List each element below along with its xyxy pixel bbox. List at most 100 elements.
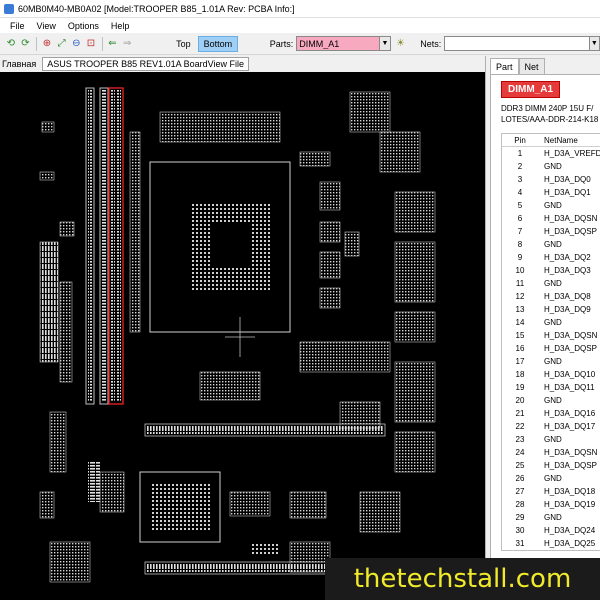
- table-row[interactable]: 2 GND: [502, 160, 600, 173]
- table-row[interactable]: 30 H_D3A_DQ24: [502, 524, 600, 537]
- table-row[interactable]: 10 H_D3A_DQ3: [502, 264, 600, 277]
- net-name: GND: [544, 513, 562, 522]
- table-row[interactable]: 3 H_D3A_DQ0: [502, 173, 600, 186]
- menu-options[interactable]: Options: [62, 21, 105, 31]
- chipset: [139, 471, 221, 543]
- menu-bar: File View Options Help: [0, 18, 600, 33]
- table-row[interactable]: 20 GND: [502, 394, 600, 407]
- table-row[interactable]: 12 H_D3A_DQ8: [502, 290, 600, 303]
- pin-number: 16: [515, 344, 525, 353]
- table-row[interactable]: 28 H_D3A_DQ19: [502, 498, 600, 511]
- tab-boardview-file[interactable]: ASUS TROOPER B85 REV1.01A BoardView File: [42, 57, 250, 71]
- table-row[interactable]: 8 GND: [502, 238, 600, 251]
- table-row[interactable]: 5 GND: [502, 199, 600, 212]
- back-arrow-icon[interactable]: ⇐: [106, 36, 120, 52]
- pin-number: 4: [517, 188, 523, 197]
- net-name: H_D3A_DQ8: [544, 292, 591, 301]
- table-row[interactable]: 21 H_D3A_DQ16: [502, 407, 600, 420]
- table-row[interactable]: 31 H_D3A_DQ25: [502, 537, 600, 550]
- net-name: GND: [544, 396, 562, 405]
- document-tabs: Главная ASUS TROOPER B85 REV1.01A BoardV…: [0, 56, 485, 72]
- bottom-side-button[interactable]: Bottom: [197, 35, 239, 52]
- zoom-fit-icon[interactable]: ⤢: [55, 36, 69, 52]
- pin-number: 25: [515, 461, 525, 470]
- pin-number: 18: [515, 370, 525, 379]
- tab-net[interactable]: Net: [518, 58, 545, 74]
- nets-dropdown-icon[interactable]: ▼: [589, 36, 600, 51]
- net-name: H_D3A_DQ18: [544, 487, 596, 496]
- toolbar-separator: [36, 36, 38, 51]
- pin-table-header: Pin NetName: [502, 134, 600, 147]
- table-row[interactable]: 1 H_D3A_VREFD: [502, 147, 600, 160]
- parts-dropdown-icon[interactable]: ▼: [380, 36, 391, 51]
- pin-number: 31: [515, 539, 525, 548]
- nets-label: Nets:: [420, 38, 442, 49]
- table-row[interactable]: 22 H_D3A_DQ17: [502, 420, 600, 433]
- part-info-panel: Part Net DIMM_A1 DDR3 DIMM 240P 15U F/ L…: [485, 56, 600, 600]
- net-name: H_D3A_DQ9: [544, 305, 591, 314]
- pin-number: 11: [515, 279, 525, 288]
- pin-number: 15: [515, 331, 525, 340]
- table-row[interactable]: 19 H_D3A_DQ11: [502, 381, 600, 394]
- pin-number: 3: [517, 175, 523, 184]
- table-row[interactable]: 7 H_D3A_DQSP: [502, 225, 600, 238]
- lightbulb-icon[interactable]: ☀: [394, 36, 408, 52]
- net-name: H_D3A_DQ16: [544, 409, 596, 418]
- net-name: H_D3A_DQSP: [544, 344, 597, 353]
- table-row[interactable]: 13 H_D3A_DQ9: [502, 303, 600, 316]
- dimm-slot: [99, 87, 109, 405]
- column-header-netname[interactable]: NetName: [538, 136, 600, 145]
- table-row[interactable]: 15 H_D3A_DQSN: [502, 329, 600, 342]
- pin-table-rows: 1 H_D3A_VREFD 2 GND 3 H_D3A_DQ0 4 H_D3A_DQ1 5 GND…: [502, 147, 600, 550]
- table-row[interactable]: 11 GND: [502, 277, 600, 290]
- part-desc-line: DDR3 DIMM 240P 15U F/: [501, 104, 594, 113]
- part-description: DDR3 DIMM 240P 15U F/ LOTES/AAA-DDR-214-…: [501, 103, 600, 125]
- menu-help[interactable]: Help: [105, 21, 136, 31]
- dimm-slot-selected: [108, 87, 124, 405]
- board-canvas[interactable]: [0, 72, 485, 600]
- table-row[interactable]: 25 H_D3A_DQSP: [502, 459, 600, 472]
- net-name: H_D3A_DQ17: [544, 422, 596, 431]
- top-side-button[interactable]: Top: [171, 36, 196, 52]
- table-row[interactable]: 14 GND: [502, 316, 600, 329]
- forward-arrow-icon[interactable]: ⇒: [120, 36, 134, 52]
- parts-input[interactable]: [296, 36, 381, 51]
- pin-number: 23: [515, 435, 525, 444]
- net-name: GND: [544, 162, 562, 171]
- pin-number: 14: [515, 318, 525, 327]
- table-row[interactable]: 23 GND: [502, 433, 600, 446]
- net-name: H_D3A_DQSP: [544, 227, 597, 236]
- table-row[interactable]: 4 H_D3A_DQ1: [502, 186, 600, 199]
- net-name: GND: [544, 474, 562, 483]
- table-row[interactable]: 16 H_D3A_DQSP: [502, 342, 600, 355]
- table-row[interactable]: 29 GND: [502, 511, 600, 524]
- column-header-pin[interactable]: Pin: [502, 136, 538, 145]
- net-name: H_D3A_DQSN: [544, 331, 598, 340]
- cpu-socket: [149, 161, 291, 357]
- table-row[interactable]: 6 H_D3A_DQSN: [502, 212, 600, 225]
- panel-tabs: Part Net: [486, 58, 600, 74]
- nets-input[interactable]: [444, 36, 590, 51]
- refresh-icon[interactable]: ⟲: [4, 36, 18, 52]
- pin-table: Pin NetName 1 H_D3A_VREFD 2 GND 3 H_D3A_DQ0 4 H…: [501, 133, 600, 551]
- menu-file[interactable]: File: [4, 21, 31, 31]
- table-row[interactable]: 17 GND: [502, 355, 600, 368]
- pin-number: 10: [515, 266, 525, 275]
- zoom-area-icon[interactable]: ⊡: [84, 36, 98, 52]
- zoom-out-icon[interactable]: ⊖: [69, 36, 83, 52]
- table-row[interactable]: 9 H_D3A_DQ2: [502, 251, 600, 264]
- table-row[interactable]: 27 H_D3A_DQ18: [502, 485, 600, 498]
- table-row[interactable]: 26 GND: [502, 472, 600, 485]
- tab-part[interactable]: Part: [490, 58, 519, 74]
- table-row[interactable]: 24 H_D3A_DQSN: [502, 446, 600, 459]
- pin-number: 17: [515, 357, 525, 366]
- title-bar: 60MB0M40-MB0A02 [Model:TROOPER B85_1.01A…: [0, 0, 600, 18]
- reload-icon[interactable]: ⟳: [19, 36, 33, 52]
- net-name: H_D3A_DQ10: [544, 370, 596, 379]
- menu-view[interactable]: View: [31, 21, 62, 31]
- board-drawing: [39, 87, 436, 583]
- tab-main[interactable]: Главная: [2, 59, 36, 69]
- zoom-in-icon[interactable]: ⊕: [40, 36, 54, 52]
- net-name: H_D3A_DQSN: [544, 214, 598, 223]
- table-row[interactable]: 18 H_D3A_DQ10: [502, 368, 600, 381]
